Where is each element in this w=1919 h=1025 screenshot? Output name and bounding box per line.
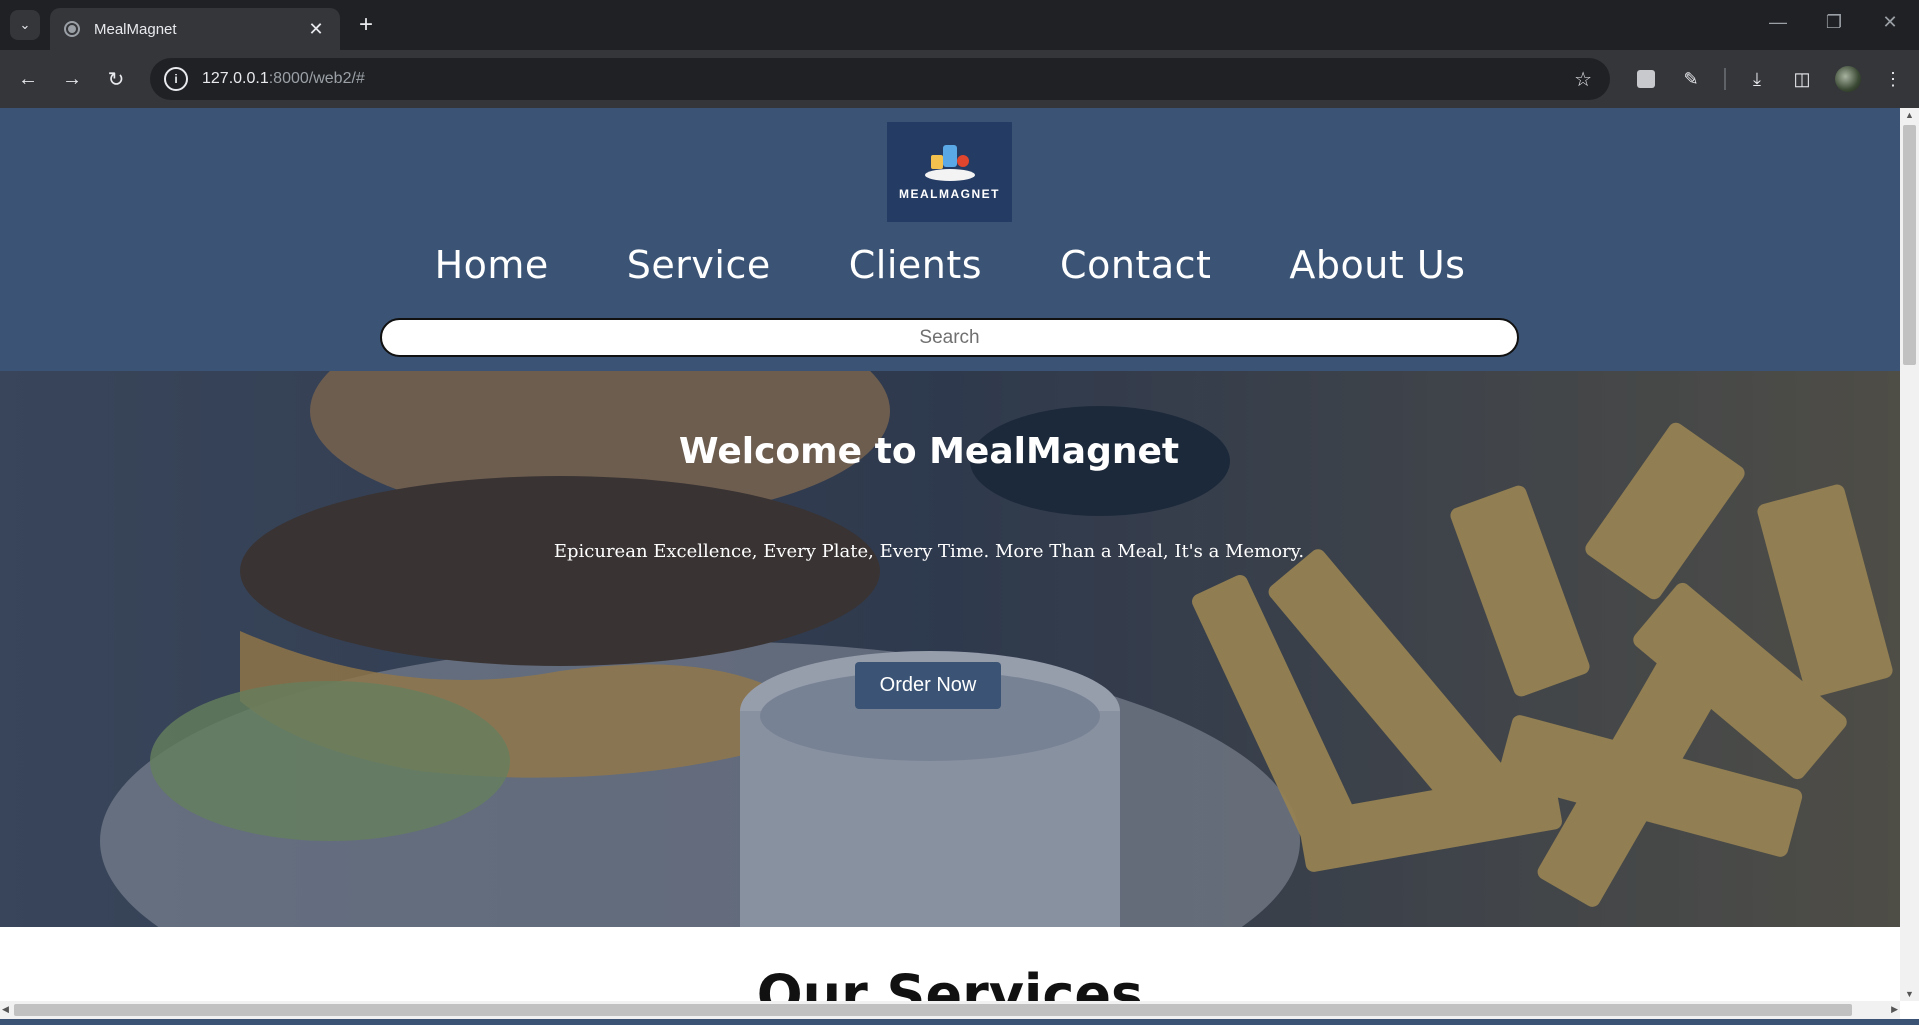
menu-icon[interactable]: ⋮ <box>1879 65 1907 93</box>
nav-contact[interactable]: Contact <box>1060 238 1211 292</box>
profile-avatar[interactable] <box>1834 65 1862 93</box>
site-header: MEALMAGNET Home Service Clients Contact … <box>0 108 1900 371</box>
logo-food-icon <box>923 143 977 181</box>
window-close-icon[interactable]: ✕ <box>1870 12 1910 33</box>
new-tab-icon[interactable]: + <box>352 11 380 39</box>
scroll-up-icon[interactable]: ▲ <box>1900 110 1919 120</box>
url-path: :8000/web2/# <box>268 70 365 87</box>
forward-icon[interactable]: → <box>56 63 88 95</box>
nav-home[interactable]: Home <box>435 238 549 292</box>
close-icon[interactable]: ✕ <box>306 19 326 40</box>
minimize-icon[interactable]: — <box>1758 12 1798 33</box>
sidebar-icon[interactable]: ◫ <box>1788 65 1816 93</box>
nav-service[interactable]: Service <box>627 238 771 292</box>
nav-about-us[interactable]: About Us <box>1289 238 1465 292</box>
favicon-icon <box>64 21 80 37</box>
bottom-strip <box>0 1019 1919 1025</box>
logo[interactable]: MEALMAGNET <box>887 122 1012 222</box>
scroll-down-icon[interactable]: ▼ <box>1900 989 1919 999</box>
search-input[interactable] <box>380 318 1519 357</box>
hero-subtitle: Epicurean Excellence, Every Plate, Every… <box>553 541 1305 562</box>
puzzle-icon[interactable]: ✎ <box>1677 65 1705 93</box>
star-icon[interactable]: ☆ <box>1574 67 1592 92</box>
page-viewport: MEALMAGNET Home Service Clients Contact … <box>0 108 1919 1025</box>
browser-toolbar: ← → ↻ i 127.0.0.1:8000/web2/# ☆ ✎ ⤓ ◫ ⋮ <box>0 50 1919 108</box>
browser-tabstrip: ⌄ MealMagnet ✕ + — ❐ ✕ <box>0 0 1919 50</box>
order-now-button[interactable]: Order Now <box>855 662 1001 709</box>
vertical-scroll-thumb[interactable] <box>1903 125 1916 365</box>
nav-clients[interactable]: Clients <box>849 238 982 292</box>
scroll-left-icon[interactable]: ◀ <box>2 1004 9 1015</box>
horizontal-scrollbar[interactable]: ◀ ▶ <box>0 1001 1900 1019</box>
services-heading: Our Services <box>756 963 1144 1001</box>
browser-tab[interactable]: MealMagnet ✕ <box>50 8 340 50</box>
hero-title: Welcome to MealMagnet <box>678 431 1180 472</box>
download-icon[interactable]: ⤓ <box>1743 65 1771 93</box>
hero-section: Welcome to MealMagnet Epicurean Excellen… <box>0 371 1900 927</box>
extension-icon[interactable] <box>1632 65 1660 93</box>
reload-icon[interactable]: ↻ <box>100 63 132 95</box>
address-bar[interactable]: i 127.0.0.1:8000/web2/# ☆ <box>150 58 1610 100</box>
scroll-right-icon[interactable]: ▶ <box>1891 1004 1898 1015</box>
toolbar-separator <box>1724 68 1726 90</box>
back-icon[interactable]: ← <box>12 63 44 95</box>
vertical-scrollbar[interactable]: ▲ ▼ <box>1900 108 1919 1001</box>
main-nav: Home Service Clients Contact About Us <box>0 238 1900 292</box>
horizontal-scroll-thumb[interactable] <box>14 1004 1852 1016</box>
site-info-icon[interactable]: i <box>164 67 188 91</box>
tab-search-icon[interactable]: ⌄ <box>10 10 40 40</box>
page: MEALMAGNET Home Service Clients Contact … <box>0 108 1900 1001</box>
logo-text: MEALMAGNET <box>899 187 1000 201</box>
tab-title: MealMagnet <box>94 20 177 38</box>
restore-icon[interactable]: ❐ <box>1814 12 1854 33</box>
url-host: 127.0.0.1 <box>202 70 269 87</box>
